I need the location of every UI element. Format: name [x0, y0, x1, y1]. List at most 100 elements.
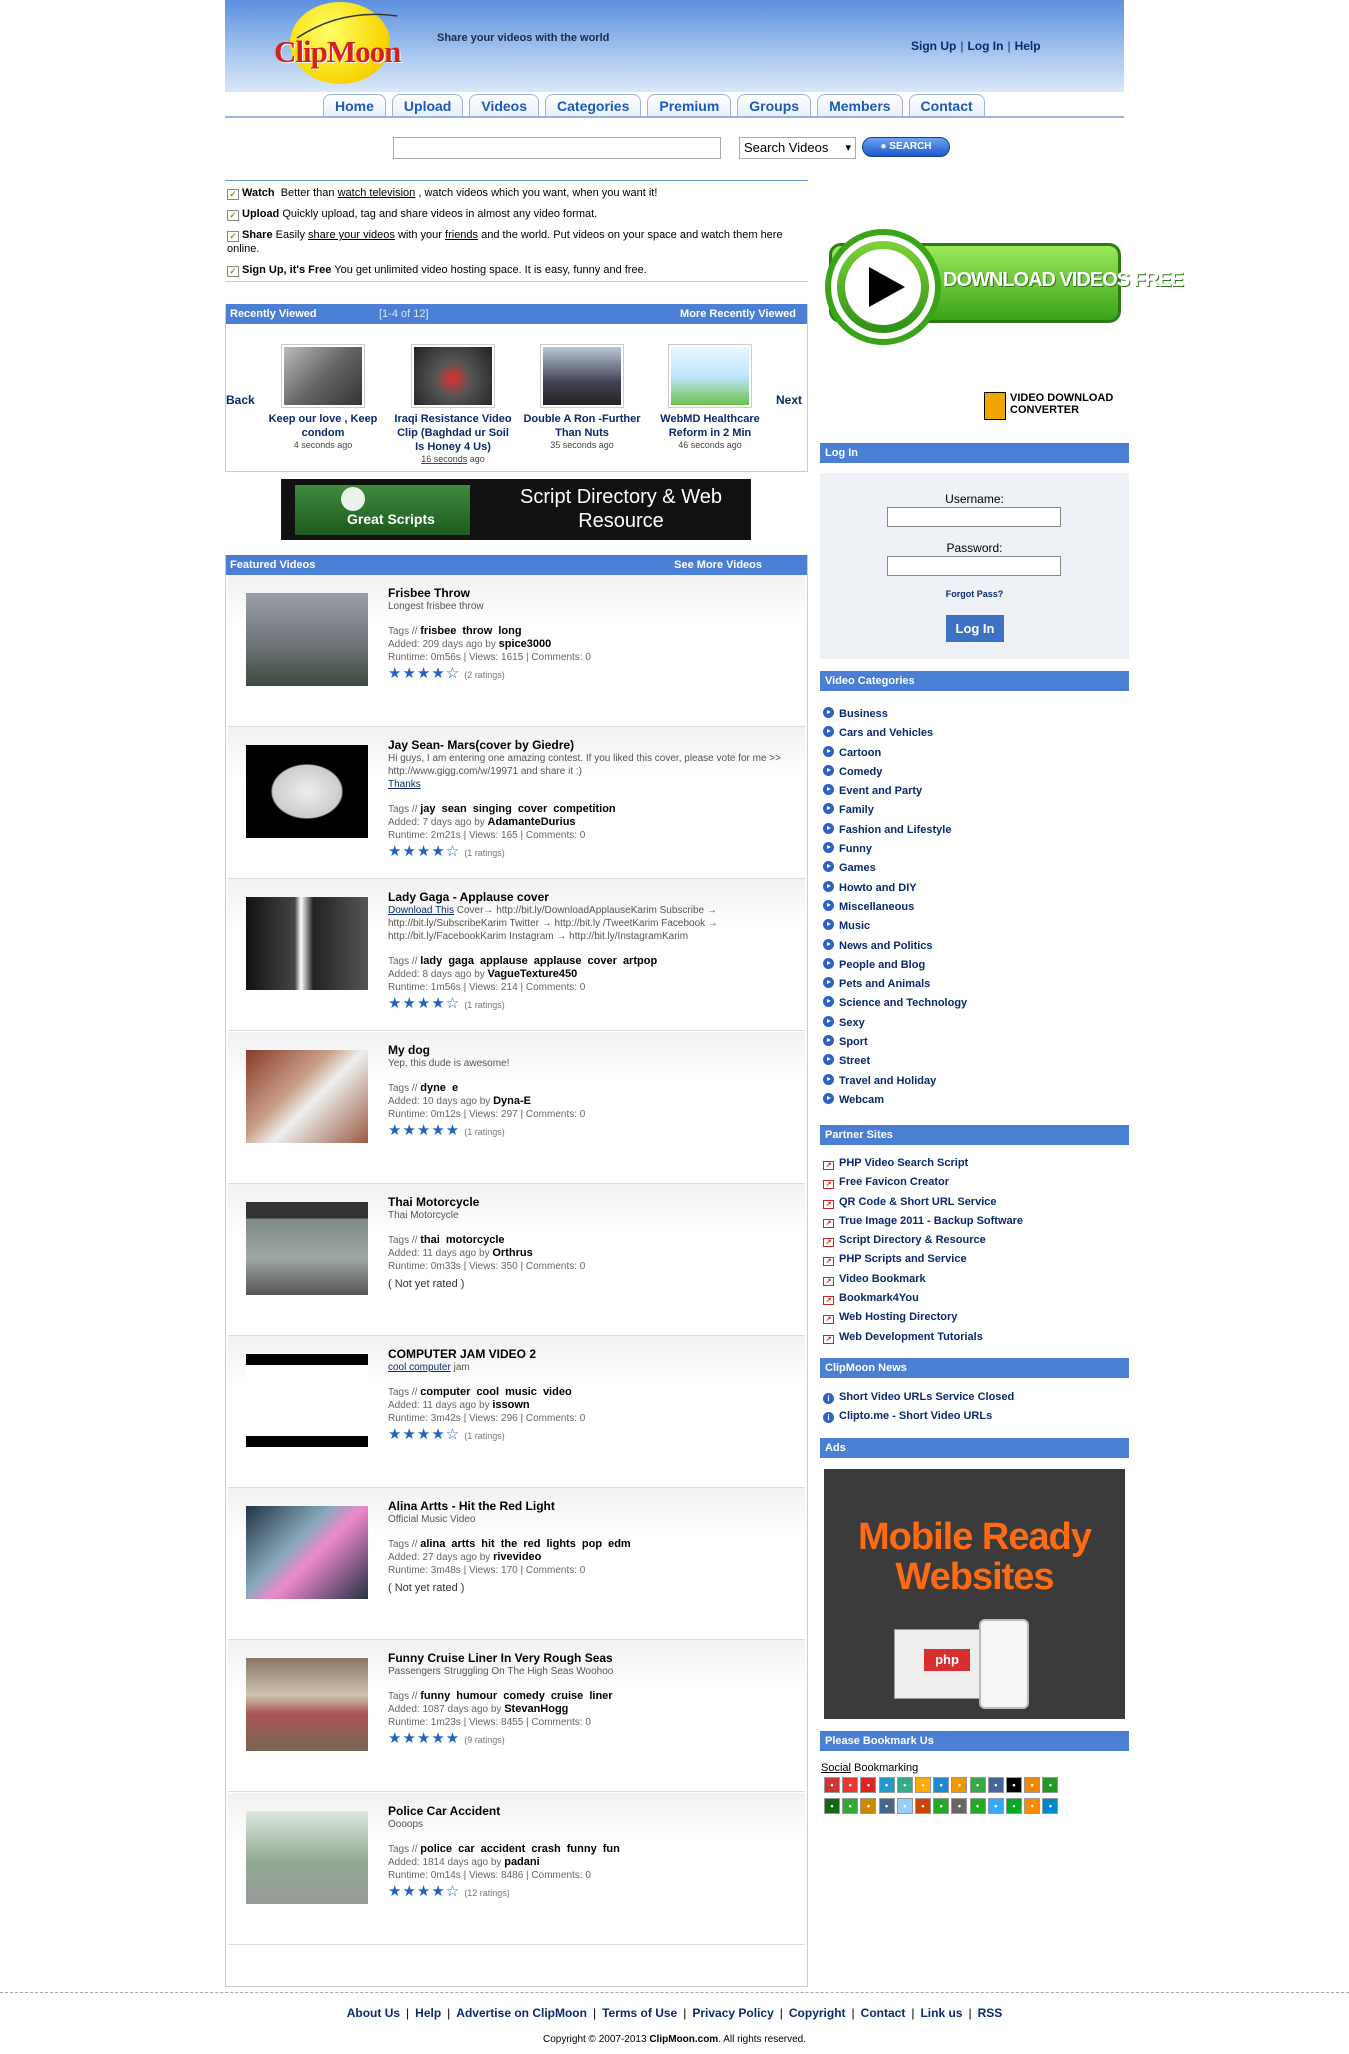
category-item[interactable]: People and Blog: [823, 956, 967, 975]
bookmark-service-icon[interactable]: •: [860, 1777, 877, 1793]
news-item[interactable]: i Short Video URLs Service Closed: [823, 1388, 1014, 1407]
next-link[interactable]: Next: [776, 393, 802, 407]
video-user[interactable]: padani: [504, 1856, 539, 1868]
footer-link[interactable]: Advertise on ClipMoon: [456, 2006, 587, 2020]
video-title[interactable]: Frisbee Throw: [388, 587, 788, 600]
video-thumbnail[interactable]: [246, 745, 368, 839]
tab-premium[interactable]: Premium: [647, 94, 732, 117]
video-tags[interactable]: computer cool music video: [420, 1386, 571, 1398]
category-item[interactable]: Music: [823, 917, 967, 936]
category-item[interactable]: Business: [823, 705, 967, 724]
partner-item[interactable]: ↗ Web Hosting Directory: [823, 1308, 1023, 1327]
category-item[interactable]: Sexy: [823, 1014, 967, 1033]
bookmark-service-icon[interactable]: •: [824, 1777, 840, 1793]
partner-item[interactable]: ↗ Free Favicon Creator: [823, 1173, 1023, 1192]
recent-item-title[interactable]: Iraqi Resistance Video Clip (Baghdad ur …: [393, 412, 513, 454]
category-item[interactable]: Webcam: [823, 1091, 967, 1110]
footer-link[interactable]: Link us: [920, 2006, 962, 2020]
bookmark-service-icon[interactable]: •: [842, 1777, 859, 1793]
bookmark-service-icon[interactable]: •: [860, 1798, 877, 1814]
partner-item[interactable]: ↗ PHP Video Search Script: [823, 1154, 1023, 1173]
bookmark-service-icon[interactable]: •: [915, 1777, 931, 1793]
star-rating[interactable]: ★★★★★ (1 ratings): [388, 1123, 788, 1139]
bookmark-service-icon[interactable]: •: [915, 1798, 931, 1814]
video-tags[interactable]: dyne e: [420, 1082, 458, 1094]
bookmark-service-icon[interactable]: •: [1006, 1777, 1022, 1793]
search-button[interactable]: ● SEARCH: [862, 137, 950, 157]
tab-categories[interactable]: Categories: [545, 94, 642, 117]
recent-item[interactable]: WebMD Healthcare Reform in 2 Min 46 seco…: [650, 344, 770, 450]
partner-item[interactable]: ↗ QR Code & Short URL Service: [823, 1193, 1023, 1212]
footer-link[interactable]: Help: [415, 2006, 441, 2020]
video-title[interactable]: COMPUTER JAM VIDEO 2: [388, 1348, 788, 1361]
search-input[interactable]: [393, 137, 721, 159]
category-item[interactable]: Miscellaneous: [823, 898, 967, 917]
partner-item[interactable]: ↗ Script Directory & Resource: [823, 1231, 1023, 1250]
video-user[interactable]: issown: [492, 1399, 529, 1411]
category-item[interactable]: Event and Party: [823, 782, 967, 801]
bookmark-service-icon[interactable]: •: [842, 1798, 859, 1814]
recent-item[interactable]: Keep our love , Keep condom 4 seconds ag…: [263, 344, 383, 450]
bookmark-service-icon[interactable]: •: [1042, 1777, 1059, 1793]
video-user[interactable]: Orthrus: [492, 1247, 532, 1259]
video-thumbnail[interactable]: [246, 897, 368, 991]
description-link[interactable]: cool computer: [388, 1362, 451, 1373]
category-item[interactable]: Pets and Animals: [823, 975, 967, 994]
back-link[interactable]: Back: [226, 393, 255, 407]
watch-television-link[interactable]: watch television: [338, 187, 416, 199]
star-rating[interactable]: ★★★★☆ (2 ratings): [388, 666, 788, 682]
partner-item[interactable]: ↗ True Image 2011 - Backup Software: [823, 1212, 1023, 1231]
bookmark-service-icon[interactable]: •: [951, 1777, 968, 1793]
video-user[interactable]: StevanHogg: [504, 1703, 568, 1715]
bookmark-service-icon[interactable]: •: [878, 1777, 895, 1793]
sign-up-link[interactable]: Sign Up: [911, 39, 956, 53]
social-link[interactable]: Social: [821, 1762, 851, 1774]
star-rating[interactable]: ★★★★★ (9 ratings): [388, 1731, 788, 1747]
footer-link[interactable]: RSS: [978, 2006, 1003, 2020]
category-item[interactable]: Games: [823, 859, 967, 878]
recent-item-ago-link[interactable]: 16 seconds: [421, 454, 467, 464]
category-item[interactable]: Comedy: [823, 763, 967, 782]
log-in-button[interactable]: Log In: [946, 615, 1004, 642]
video-user[interactable]: AdamanteDurius: [488, 816, 576, 828]
video-title[interactable]: Funny Cruise Liner In Very Rough Seas: [388, 1652, 788, 1665]
recent-item-title[interactable]: Double A Ron -Further Than Nuts: [522, 412, 642, 440]
footer-link[interactable]: Terms of Use: [602, 2006, 677, 2020]
video-thumbnail[interactable]: [668, 344, 752, 408]
recent-item-title[interactable]: WebMD Healthcare Reform in 2 Min: [650, 412, 770, 440]
mobile-ready-websites-ad[interactable]: Mobile Ready Websites php: [824, 1469, 1125, 1719]
recent-item-title[interactable]: Keep our love , Keep condom: [263, 412, 383, 440]
video-download-converter-logo[interactable]: VIDEO DOWNLOAD CONVERTER: [984, 392, 1119, 422]
footer-link[interactable]: About Us: [347, 2006, 400, 2020]
bookmark-service-icon[interactable]: •: [896, 1798, 913, 1814]
video-thumbnail[interactable]: [246, 1658, 368, 1752]
video-title[interactable]: My dog: [388, 1043, 788, 1057]
video-title[interactable]: Alina Artts - Hit the Red Light: [388, 1500, 788, 1513]
tab-contact[interactable]: Contact: [908, 94, 985, 117]
video-title[interactable]: Police Car Accident: [388, 1804, 788, 1818]
video-thumbnail[interactable]: [411, 344, 495, 408]
video-tags[interactable]: frisbee throw long: [420, 625, 521, 637]
tab-upload[interactable]: Upload: [391, 94, 464, 117]
bookmark-service-icon[interactable]: •: [933, 1798, 950, 1814]
recent-item[interactable]: Double A Ron -Further Than Nuts 35 secon…: [522, 344, 642, 450]
footer-link[interactable]: Copyright: [789, 2006, 846, 2020]
bookmark-service-icon[interactable]: •: [969, 1798, 986, 1814]
category-item[interactable]: News and Politics: [823, 937, 967, 956]
bookmark-service-icon[interactable]: •: [951, 1798, 968, 1814]
bookmark-service-icon[interactable]: •: [969, 1777, 986, 1793]
video-user[interactable]: VagueTexture450: [488, 968, 578, 980]
footer-link[interactable]: Privacy Policy: [692, 2006, 773, 2020]
video-tags[interactable]: funny humour comedy cruise liner: [420, 1690, 612, 1702]
news-item[interactable]: i Clipto.me - Short Video URLs: [823, 1407, 1014, 1426]
video-title[interactable]: Thai Motorcycle: [388, 1195, 788, 1209]
description-link[interactable]: Download This: [388, 905, 454, 916]
category-item[interactable]: Fashion and Lifestyle: [823, 821, 967, 840]
category-item[interactable]: Funny: [823, 840, 967, 859]
category-item[interactable]: Science and Technology: [823, 994, 967, 1013]
video-user[interactable]: spice3000: [499, 638, 552, 650]
star-rating[interactable]: ★★★★☆ (1 ratings): [388, 1427, 788, 1443]
video-thumbnail[interactable]: [281, 344, 365, 408]
star-rating[interactable]: ★★★★☆ (1 ratings): [388, 844, 788, 860]
bookmark-service-icon[interactable]: •: [896, 1777, 913, 1793]
